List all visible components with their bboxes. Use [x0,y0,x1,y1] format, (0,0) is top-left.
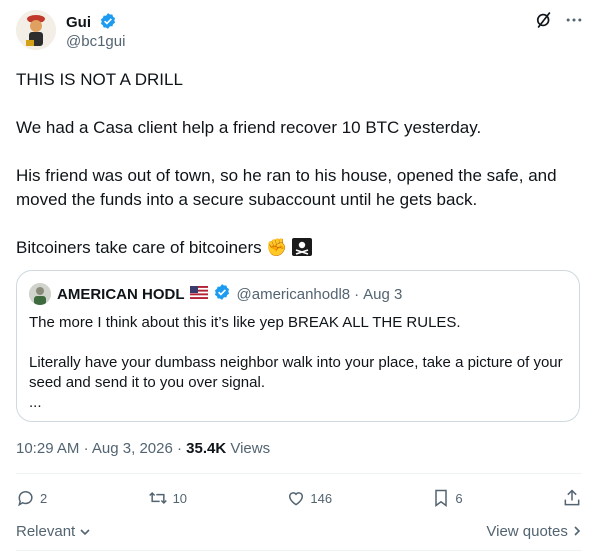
separator-dot: · [354,285,360,303]
view-quotes-link[interactable]: View quotes [486,523,582,540]
quoted-tweet-header: AMERICAN HODL @americanhodl8 · Aug 3 [29,283,402,305]
tweet-date[interactable]: Aug 3, 2026 [92,440,173,457]
separator-dot: · [83,440,92,457]
grok-icon[interactable] [534,10,554,35]
tweet-paragraph: THIS IS NOT A DRILL [16,70,183,89]
action-bar: 2 10 146 6 [16,488,582,508]
quoted-date[interactable]: Aug 3 [363,286,402,303]
like-button[interactable]: 146 [286,488,332,508]
tweet-paragraph: His friend was out of town, so he ran to… [16,166,557,209]
quoted-tweet-text: The more I think about this it’s like ye… [29,313,565,413]
top-actions [534,10,584,35]
view-quotes-label: View quotes [486,523,568,540]
tweet-paragraph-last: Bitcoiners take care of bitcoiners ✊ [16,236,582,263]
reply-icon [18,491,33,507]
share-icon [564,489,580,506]
author-name-text[interactable]: Gui [66,14,91,31]
tweet-text: THIS IS NOT A DRILL We had a Casa client… [16,68,582,263]
tweet-paragraph-text: Bitcoiners take care of bitcoiners [16,238,262,257]
quoted-author-avatar[interactable] [29,283,51,305]
pirate-flag-emoji [292,238,313,263]
quoted-handle[interactable]: @americanhodl8 [237,286,351,303]
reply-button[interactable]: 2 [16,488,47,508]
relevant-sort-button[interactable]: Relevant [16,523,91,540]
repost-button[interactable]: 10 [147,488,187,508]
quoted-author-name[interactable]: AMERICAN HODL [57,286,185,303]
chevron-down-icon [80,529,90,536]
reply-count: 2 [40,490,48,506]
chevron-right-icon [574,526,581,536]
divider [16,550,582,551]
us-flag-icon [189,285,208,303]
bookmark-count: 6 [455,490,463,506]
author-handle[interactable]: @bc1gui [66,33,125,50]
bookmark-button[interactable]: 6 [431,488,463,508]
quoted-ellipsis: ... [29,394,42,411]
tweet-meta: 10:29 AM · Aug 3, 2026 · 35.4K Views [16,440,270,457]
author-avatar[interactable] [16,10,56,50]
views-label: Views [230,440,271,457]
repost-icon [148,491,167,505]
tweet-paragraph: We had a Casa client help a friend recov… [16,118,482,137]
separator-dot: · [176,440,187,457]
repost-count: 10 [172,490,188,506]
share-button[interactable] [562,488,582,508]
verified-badge-icon [99,12,117,34]
heart-icon [289,492,304,506]
quoted-line: The more I think about this it’s like ye… [29,314,461,331]
author-name[interactable]: Gui [66,12,117,34]
relevant-label: Relevant [16,523,76,540]
fist-emoji: ✊ [266,238,288,257]
like-count: 146 [310,490,333,506]
divider [16,473,582,474]
quoted-line: Literally have your dumbass neighbor wal… [29,354,563,391]
bookmark-icon [435,489,448,507]
quoted-tweet[interactable]: AMERICAN HODL @americanhodl8 · Aug 3 The… [16,270,580,422]
quoted-verified-badge-icon [213,283,231,305]
views-count: 35.4K [186,440,227,457]
tweet-time[interactable]: 10:29 AM [16,440,79,457]
more-options-icon[interactable] [564,10,584,35]
